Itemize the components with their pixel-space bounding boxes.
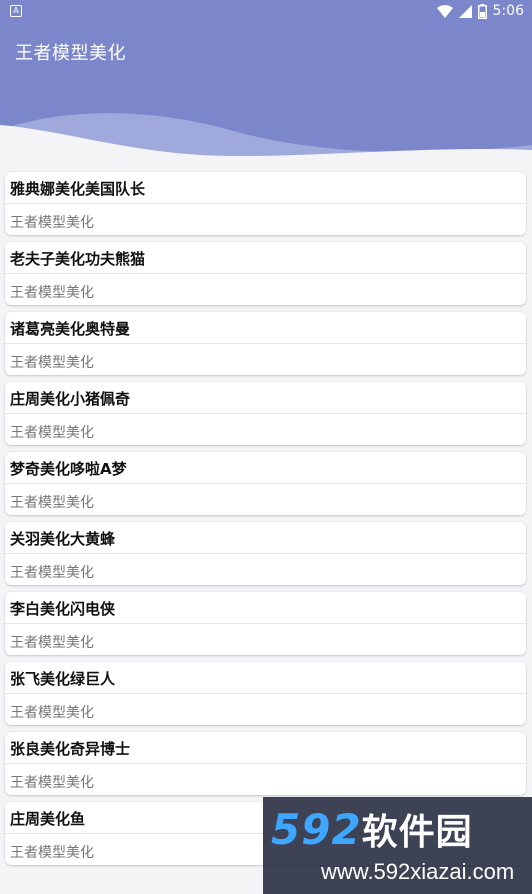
divider	[5, 553, 526, 554]
item-subtitle: 王者模型美化	[10, 775, 94, 791]
watermark-brand: 592软件园	[271, 803, 473, 855]
item-title: 雅典娜美化美国队长	[10, 180, 146, 198]
item-title: 梦奇美化哆啦A梦	[10, 460, 127, 478]
divider	[5, 763, 526, 764]
status-time: 5:06	[492, 3, 524, 19]
divider	[5, 693, 526, 694]
list-item[interactable]: 雅典娜美化美国队长 王者模型美化	[5, 172, 526, 235]
signal-icon	[458, 4, 472, 18]
item-subtitle: 王者模型美化	[10, 565, 94, 581]
item-subtitle: 王者模型美化	[10, 425, 94, 441]
list-item[interactable]: 李白美化闪电侠 王者模型美化	[5, 592, 526, 655]
item-title: 诸葛亮美化奥特曼	[10, 320, 131, 338]
divider	[5, 343, 526, 344]
watermark-url: www.592xiazai.com	[321, 859, 515, 884]
item-subtitle: 王者模型美化	[10, 845, 94, 861]
status-bar: A 5:06	[0, 0, 532, 24]
item-title: 庄周美化鱼	[10, 810, 86, 828]
divider	[5, 483, 526, 484]
app-title: 王者模型美化	[15, 43, 126, 64]
item-title: 张飞美化绿巨人	[10, 670, 116, 688]
divider	[5, 273, 526, 274]
item-subtitle: 王者模型美化	[10, 705, 94, 721]
watermark-brand-number: 592	[271, 805, 362, 854]
divider	[5, 623, 526, 624]
header-wave-decoration	[0, 113, 532, 170]
item-subtitle: 王者模型美化	[10, 635, 94, 651]
list-item[interactable]: 老夫子美化功夫熊猫 王者模型美化	[5, 242, 526, 305]
item-title: 老夫子美化功夫熊猫	[10, 250, 146, 268]
list-item[interactable]: 张良美化奇异博士 王者模型美化	[5, 732, 526, 795]
item-subtitle: 王者模型美化	[10, 495, 94, 511]
site-watermark: 592软件园 www.592xiazai.com	[263, 797, 532, 894]
watermark-brand-text: 软件园	[361, 812, 473, 853]
item-title: 李白美化闪电侠	[10, 600, 116, 618]
list-item[interactable]: 庄周美化小猪佩奇 王者模型美化	[5, 382, 526, 445]
app-header: A 5:06 王者模型美化	[0, 0, 532, 170]
android-notification-icon: A	[10, 5, 22, 17]
battery-icon	[477, 3, 487, 19]
item-title: 张良美化奇异博士	[10, 740, 131, 758]
list-item[interactable]: 关羽美化大黄蜂 王者模型美化	[5, 522, 526, 585]
divider	[5, 203, 526, 204]
item-subtitle: 王者模型美化	[10, 355, 94, 371]
item-title: 庄周美化小猪佩奇	[10, 390, 131, 408]
list-item[interactable]: 张飞美化绿巨人 王者模型美化	[5, 662, 526, 725]
list-item[interactable]: 梦奇美化哆啦A梦 王者模型美化	[5, 452, 526, 515]
list-item[interactable]: 诸葛亮美化奥特曼 王者模型美化	[5, 312, 526, 375]
wifi-icon	[436, 4, 453, 18]
item-title: 关羽美化大黄蜂	[10, 530, 116, 548]
item-subtitle: 王者模型美化	[10, 285, 94, 301]
status-icons: 5:06	[436, 3, 524, 19]
divider	[5, 413, 526, 414]
item-subtitle: 王者模型美化	[10, 215, 94, 231]
